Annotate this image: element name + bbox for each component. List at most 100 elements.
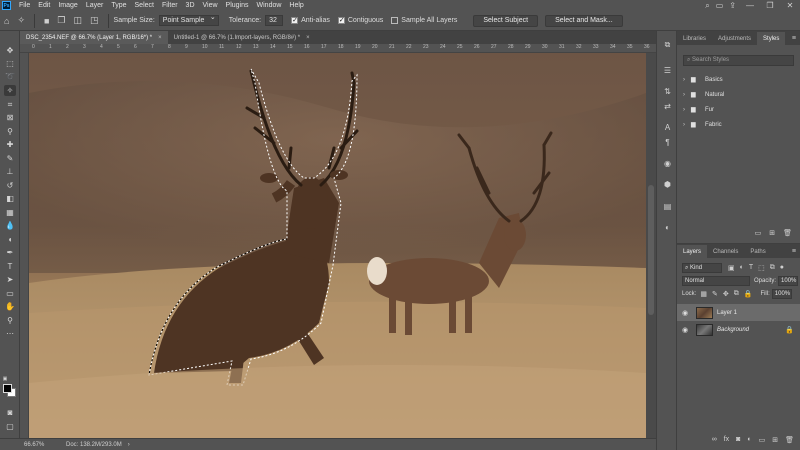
quick-mask-icon[interactable]: ◙: [4, 407, 16, 418]
fill-input[interactable]: 100%: [771, 288, 792, 299]
menu-help[interactable]: Help: [285, 2, 307, 9]
color-panel-icon[interactable]: ◐: [662, 222, 673, 233]
link-layers-icon[interactable]: ∞: [712, 436, 717, 448]
share-icon[interactable]: ⇪: [729, 1, 736, 10]
default-colors-icon[interactable]: ▣: [2, 373, 8, 384]
layer-row-background[interactable]: ◉ Background 🔒: [677, 321, 800, 338]
blend-mode-select[interactable]: Normal: [682, 275, 750, 286]
horizontal-ruler[interactable]: 0 1 2 3 4 5 6 7 8 9 10 11 12 13 14 15 16 17 18 19 20 21 22 23 24…: [20, 44, 656, 53]
lock-position-icon[interactable]: ✥: [723, 290, 729, 298]
history-panel-icon[interactable]: ⧉: [662, 39, 673, 50]
filter-smart-object-icon[interactable]: ⧉: [770, 264, 775, 272]
opacity-input[interactable]: 100%: [778, 275, 799, 286]
new-group-icon[interactable]: ▭: [755, 229, 762, 241]
menu-image[interactable]: Image: [54, 2, 81, 9]
add-mask-icon[interactable]: ◙: [736, 436, 740, 448]
clone-stamp-tool-icon[interactable]: ⊥: [4, 166, 16, 177]
new-group-icon[interactable]: ▭: [759, 436, 766, 448]
paragraph-panel-icon[interactable]: ¶: [662, 137, 673, 148]
more-tools-icon[interactable]: ⋯: [4, 328, 16, 339]
filter-adjustment-icon[interactable]: ◐: [740, 264, 744, 272]
style-folder-natural[interactable]: › ▆ Natural: [677, 87, 800, 102]
document-canvas[interactable]: [29, 53, 646, 438]
new-selection-icon[interactable]: ■: [44, 16, 49, 26]
magic-wand-tool-icon[interactable]: ✧: [4, 85, 16, 96]
menu-type[interactable]: Type: [107, 2, 130, 9]
filter-shape-icon[interactable]: ⬚: [758, 264, 765, 272]
dodge-tool-icon[interactable]: ◖: [4, 234, 16, 245]
panel-menu-icon[interactable]: ≡: [792, 35, 796, 42]
vertical-ruler[interactable]: [20, 53, 29, 438]
close-tab-icon[interactable]: ×: [158, 35, 162, 41]
home-icon[interactable]: ⌂: [4, 16, 9, 26]
menu-layer[interactable]: Layer: [82, 2, 108, 9]
chevron-right-icon[interactable]: ›: [683, 107, 691, 113]
menu-view[interactable]: View: [199, 2, 222, 9]
healing-brush-tool-icon[interactable]: ✚: [4, 139, 16, 150]
sample-size-select[interactable]: Point Sample: [158, 13, 219, 26]
foreground-color-swatch[interactable]: [3, 384, 12, 393]
pen-tool-icon[interactable]: ✒: [4, 247, 16, 258]
minimize-button[interactable]: —: [740, 1, 760, 10]
anti-alias-checkbox[interactable]: Anti-alias: [291, 16, 330, 24]
layer-filter-select[interactable]: ⌕ Kind: [682, 262, 722, 273]
contiguous-checkbox[interactable]: Contiguous: [337, 16, 383, 24]
search-styles-input[interactable]: ⌕ Search Styles: [683, 55, 794, 66]
tab-styles[interactable]: Styles: [757, 32, 786, 45]
magic-wand-icon[interactable]: ✧: [17, 15, 25, 26]
layer-style-icon[interactable]: fx: [724, 436, 729, 448]
tab-paths[interactable]: Paths: [744, 245, 771, 258]
style-folder-basics[interactable]: › ▆ Basics: [677, 72, 800, 87]
add-selection-icon[interactable]: ❐: [57, 15, 65, 26]
patterns-panel-icon[interactable]: ▤: [662, 201, 673, 212]
properties-panel-icon[interactable]: ☰: [662, 65, 673, 76]
vertical-scrollbar[interactable]: [646, 53, 656, 438]
lock-transparency-icon[interactable]: ▦: [700, 290, 707, 298]
select-and-mask-button[interactable]: Select and Mask...: [545, 14, 623, 27]
menu-edit[interactable]: Edit: [34, 2, 54, 9]
tolerance-input[interactable]: 32: [265, 15, 284, 26]
layer-row-layer-1[interactable]: ◉ Layer 1: [677, 304, 800, 321]
lock-pixels-icon[interactable]: ✎: [712, 290, 718, 298]
status-menu-arrow-icon[interactable]: ›: [128, 442, 130, 448]
adjustment-layer-icon[interactable]: ◐: [747, 436, 751, 448]
close-button[interactable]: ✕: [780, 1, 800, 10]
search-icon[interactable]: ⌕: [705, 1, 709, 11]
shape-tool-icon[interactable]: ▭: [4, 288, 16, 299]
filter-toggle-icon[interactable]: ●: [780, 264, 784, 272]
path-selection-tool-icon[interactable]: ➤: [4, 274, 16, 285]
sample-all-layers-checkbox[interactable]: Sample All Layers: [391, 17, 457, 24]
new-layer-icon[interactable]: ⊞: [772, 436, 778, 448]
scroll-thumb[interactable]: [648, 185, 654, 315]
tab-document-1[interactable]: DSC_2354.NEF @ 66.7% (Layer 1, RGB/16*) …: [20, 31, 168, 44]
history-brush-tool-icon[interactable]: ↺: [4, 180, 16, 191]
lock-icon[interactable]: 🔒: [785, 326, 794, 334]
menu-plugins[interactable]: Plugins: [222, 2, 253, 9]
visibility-eye-icon[interactable]: ◉: [682, 326, 692, 334]
hand-tool-icon[interactable]: ✋: [4, 301, 16, 312]
subtract-selection-icon[interactable]: ◫: [74, 15, 83, 26]
chevron-right-icon[interactable]: ›: [683, 122, 691, 128]
crop-tool-icon[interactable]: ⌗: [4, 99, 16, 110]
tab-adjustments[interactable]: Adjustments: [712, 32, 757, 45]
tab-layers[interactable]: Layers: [677, 245, 708, 258]
blur-tool-icon[interactable]: 💧: [4, 220, 16, 231]
gradient-tool-icon[interactable]: ▦: [4, 207, 16, 218]
lock-artboard-icon[interactable]: ⧉: [734, 290, 739, 298]
tab-libraries[interactable]: Libraries: [677, 32, 712, 45]
new-style-icon[interactable]: ⊞: [769, 229, 775, 241]
photoshop-logo-icon[interactable]: Ps: [2, 1, 11, 10]
lock-all-icon[interactable]: 🔒: [744, 290, 753, 298]
delete-icon[interactable]: 🗑: [783, 229, 792, 241]
visibility-eye-icon[interactable]: ◉: [682, 309, 692, 317]
character-panel-icon[interactable]: A: [662, 122, 673, 133]
delete-layer-icon[interactable]: 🗑: [785, 436, 794, 448]
style-folder-fabric[interactable]: › ▆ Fabric: [677, 117, 800, 132]
camera-icon[interactable]: ◉: [662, 158, 673, 169]
panel-menu-icon[interactable]: ≡: [792, 248, 796, 255]
close-tab-icon[interactable]: ×: [306, 35, 310, 41]
shapes-panel-icon[interactable]: ⬢: [662, 179, 673, 190]
adjust-panel-icon[interactable]: ⇅: [662, 86, 673, 97]
tab-document-2[interactable]: Untitled-1 @ 66.7% (1.Import-layers, RGB…: [168, 31, 316, 44]
zoom-level[interactable]: 66.67%: [0, 442, 44, 448]
